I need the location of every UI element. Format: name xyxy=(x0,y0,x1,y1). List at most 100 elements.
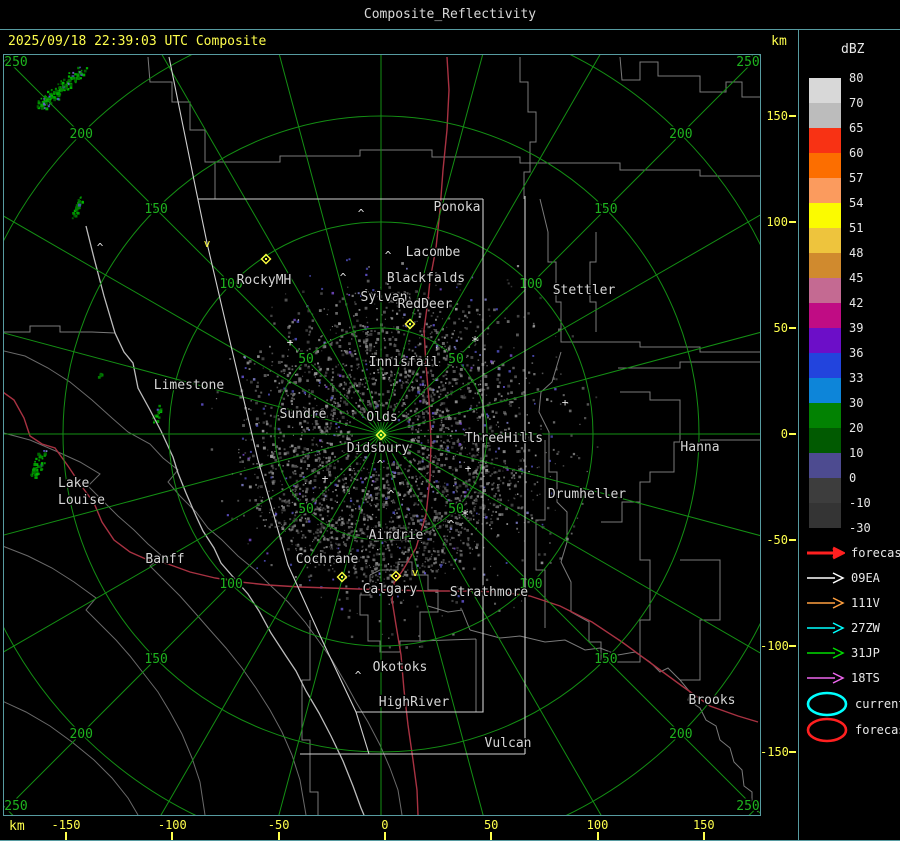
legend-arrow-18TS: 18TS xyxy=(805,667,880,689)
dbz-scale-label: -30 xyxy=(849,521,871,535)
city-label: Ponoka xyxy=(434,200,481,215)
colorbar-title: dBZ xyxy=(841,42,865,57)
radar-viewer-window: Composite_Reflectivity 2025/09/18 22:39:… xyxy=(0,0,900,841)
right-axis-tick xyxy=(789,751,796,753)
dbz-scale-label: 20 xyxy=(849,421,864,435)
dbz-swatch xyxy=(809,178,841,203)
plus-marker: + xyxy=(322,472,329,485)
range-ring-label: 100 xyxy=(219,577,242,592)
dbz-scale-label: -10 xyxy=(849,496,871,510)
right-axis-label: -50 xyxy=(766,533,788,547)
arrow-icon xyxy=(807,672,845,684)
bottom-axis-label: -50 xyxy=(267,818,290,832)
bottom-axis-label: 150 xyxy=(692,818,715,832)
right-axis-tick xyxy=(789,433,796,435)
legend-label: 09EA xyxy=(851,571,880,585)
caret-marker: ^ xyxy=(388,488,395,501)
legend-label: 18TS xyxy=(851,671,880,685)
legend-arrow-09EA: 09EA xyxy=(805,567,880,589)
range-ring-label: 200 xyxy=(69,127,92,142)
caret-marker: ^ xyxy=(97,241,104,254)
dbz-scale-label: 70 xyxy=(849,96,864,110)
window-title: Composite_Reflectivity xyxy=(363,7,537,22)
legend-label: forecast xyxy=(855,723,900,737)
right-axis-label: 100 xyxy=(766,215,788,229)
bottom-axis-label: -100 xyxy=(157,818,187,832)
arrow-icon xyxy=(807,622,845,634)
city-label: Limestone xyxy=(154,378,225,393)
right-axis-tick xyxy=(789,327,796,329)
legend-label: forecast xyxy=(851,546,900,560)
dbz-swatch xyxy=(809,328,841,353)
dbz-swatch xyxy=(809,378,841,403)
dbz-swatch xyxy=(809,353,841,378)
right-axis: 150 100 50 0 -50 -100 -150 xyxy=(760,54,798,815)
bottom-axis-tick xyxy=(65,832,67,840)
city-label: Vulcan xyxy=(485,736,532,751)
arrow-icon xyxy=(807,597,845,609)
city-label: Blackfalds xyxy=(387,271,465,286)
dbz-scale-label: 60 xyxy=(849,146,864,160)
city-label: Olds xyxy=(366,410,397,425)
range-ring-label: 250 xyxy=(736,799,759,814)
bottom-axis-tick xyxy=(383,832,386,840)
legend-label: current xyxy=(855,697,900,711)
dbz-scale-label: 42 xyxy=(849,296,864,310)
city-label: Stettler xyxy=(553,283,616,298)
right-axis-tick xyxy=(789,645,796,647)
dbz-scale-label: 10 xyxy=(849,446,864,460)
dbz-scale-label: 45 xyxy=(849,271,864,285)
star-marker: * xyxy=(471,335,479,350)
city-label: Airdrie xyxy=(369,528,424,543)
timestamp-label: 2025/09/18 22:39:03 UTC Composite xyxy=(8,34,267,49)
dbz-swatch xyxy=(809,453,841,478)
range-ring-label: 150 xyxy=(144,652,167,667)
bottom-axis-tick xyxy=(596,832,599,840)
radar-map[interactable]: 50 50 50 50 100 100 100 100 150 150 150 150 200 200 20… xyxy=(3,54,761,816)
right-axis-tick xyxy=(789,221,796,223)
dbz-swatch xyxy=(809,203,841,228)
dbz-swatch xyxy=(809,278,841,303)
right-axis-unit-label: km xyxy=(771,34,787,49)
city-label: Okotoks xyxy=(373,660,428,675)
bottom-axis-tick xyxy=(171,832,174,840)
city-label: Banff xyxy=(145,552,184,567)
bottom-axis-tick xyxy=(490,832,493,840)
dbz-swatch xyxy=(809,403,841,428)
dbz-swatch xyxy=(809,128,841,153)
city-label: Brooks xyxy=(689,693,736,708)
dbz-scale-label: 54 xyxy=(849,196,864,210)
right-axis-label: -150 xyxy=(760,745,789,759)
dbz-swatch xyxy=(809,303,841,328)
caret-marker: ^ xyxy=(385,249,392,262)
legend-label: 31JP xyxy=(851,646,880,660)
bottom-axis-label: 0 xyxy=(381,818,389,832)
city-label: Cochrane xyxy=(296,552,359,567)
dbz-scale-label: 80 xyxy=(849,71,864,85)
city-label: Didsbury xyxy=(347,441,410,456)
sidebar: dBZ 80 70 65 60 57 54 51 48 45 42 39 36 33 30 20 10 0 -10… xyxy=(798,30,900,841)
legend-ellipse-forecast: forecast xyxy=(805,716,900,744)
plus-marker: + xyxy=(287,336,294,349)
range-ring-label: 250 xyxy=(4,799,27,814)
city-label: Hanna xyxy=(680,440,719,455)
range-ring-label: 100 xyxy=(519,277,542,292)
city-labels: PonokaLacombeBlackfaldsSylvanRedDeerRock… xyxy=(57,199,737,753)
caret-marker: ^ xyxy=(340,271,347,284)
plus-marker: + xyxy=(562,396,569,409)
dbz-scale-label: 39 xyxy=(849,321,864,335)
radar-map-canvas[interactable]: 50 5050 50100 100100 100150 150150 150200 20020… xyxy=(3,54,761,816)
right-axis-tick xyxy=(789,115,796,117)
right-axis-tick xyxy=(789,539,796,541)
dbz-swatch xyxy=(809,153,841,178)
caret-marker: ^ xyxy=(448,518,455,531)
bottom-axis-unit-label: km xyxy=(9,819,25,834)
ellipse-icon xyxy=(806,717,848,743)
legend-arrow-111V: 111V xyxy=(805,592,880,614)
range-ring-label: 250 xyxy=(4,55,27,70)
range-ring-label: 150 xyxy=(144,202,167,217)
city-label: Lake xyxy=(58,476,89,491)
city-label: Sundre xyxy=(280,407,327,422)
dbz-scale-label: 33 xyxy=(849,371,864,385)
legend-ellipse-current: current xyxy=(805,690,900,718)
